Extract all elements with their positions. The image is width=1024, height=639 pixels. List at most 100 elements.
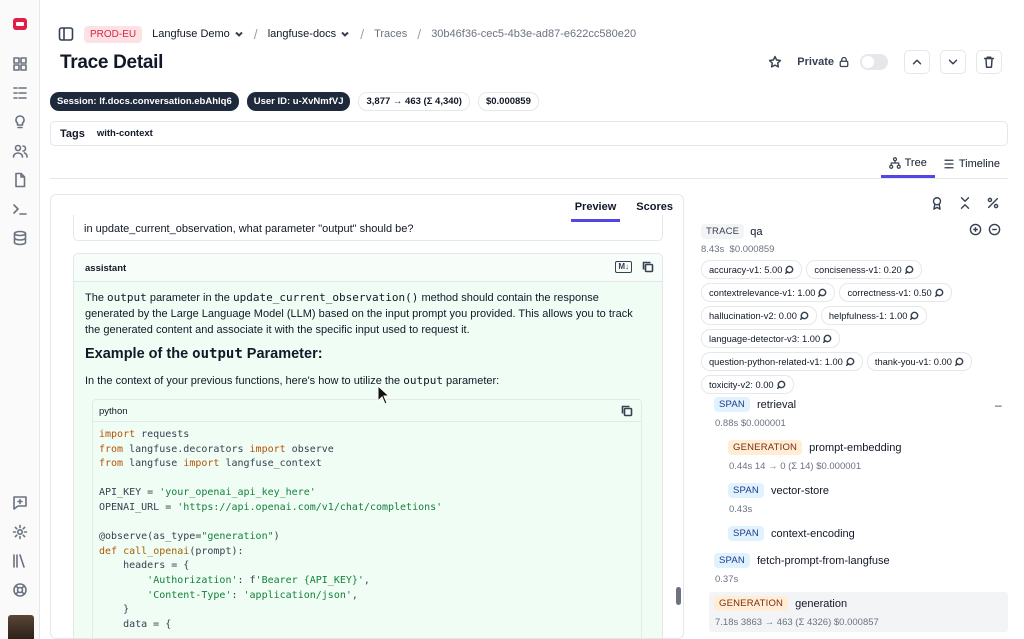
assistant-actions: M↓ — [615, 261, 654, 276]
score-badge[interactable]: thank-you-v1: 0.00 — [866, 352, 972, 371]
copy-code-icon[interactable] — [621, 405, 633, 417]
breadcrumb-traces-link[interactable]: Traces — [374, 28, 407, 40]
score-badge[interactable]: question-python-related-v1: 1.00 — [701, 352, 863, 371]
node-meta: 0.88s $0.000001 — [715, 418, 786, 429]
code-content: import requests from langfuse.decorators … — [99, 428, 442, 632]
collapse-retrieval-button[interactable]: – — [995, 398, 1002, 412]
node-name: prompt-embedding — [809, 441, 902, 454]
mouse-cursor-icon — [377, 385, 391, 405]
comment-icon — [823, 334, 832, 343]
chevron-down-icon — [340, 29, 350, 39]
docs-library-icon[interactable] — [12, 553, 28, 569]
comment-icon — [799, 311, 809, 320]
text-fragment: The — [85, 292, 108, 304]
playground-icon[interactable] — [12, 201, 28, 217]
code-line: 'Authorization': f'Bearer {API_KEY}', — [147, 574, 370, 586]
sidebar-toggle-icon[interactable] — [58, 26, 74, 42]
support-icon[interactable] — [12, 582, 28, 598]
node-meta: 0.43s — [729, 504, 753, 515]
comment-icon — [934, 288, 944, 297]
trace-node-controls — [969, 223, 1001, 239]
cost: $0.000859 — [729, 244, 775, 255]
tree-node-span[interactable]: SPAN context-encoding — [728, 526, 855, 541]
private-text: Private — [797, 56, 834, 68]
score-badge[interactable]: hallucination-v2: 0.00 — [701, 306, 817, 325]
assistant-message-header: assistant M↓ — [74, 254, 662, 282]
copy-icon[interactable] — [642, 261, 654, 276]
previous-trace-button[interactable] — [904, 50, 930, 74]
collapse-all-icon[interactable] — [958, 196, 972, 213]
score-badge[interactable]: correctness-v1: 0.50 — [839, 283, 952, 302]
prompts-icon[interactable] — [12, 172, 28, 188]
comment-icon — [818, 288, 827, 297]
expand-icon[interactable] — [969, 223, 982, 239]
feedback-icon[interactable] — [12, 495, 28, 511]
session-pill[interactable]: Session: lf.docs.conversation.ebAhlq6 — [50, 92, 239, 111]
breadcrumb-separator: / — [253, 26, 258, 42]
code-line: from langfuse import langfuse_context — [99, 458, 322, 470]
tree-icon — [888, 157, 901, 169]
inline-code: output — [107, 291, 147, 304]
preview-scrollbar[interactable] — [676, 587, 681, 605]
langfuse-logo[interactable] — [13, 18, 27, 30]
tags-bar[interactable]: Tags with-context — [50, 121, 1008, 146]
tab-preview[interactable]: Preview — [570, 199, 621, 222]
markdown-toggle-icon[interactable]: M↓ — [615, 261, 632, 273]
percent-icon[interactable] — [986, 196, 1000, 213]
node-name: retrieval — [756, 398, 797, 411]
datasets-icon[interactable] — [12, 230, 28, 246]
inline-code: output — [192, 346, 243, 362]
score-badge[interactable]: accuracy-v1: 5.00 — [701, 260, 803, 279]
tree-node-span[interactable]: SPAN fetch-prompt-from-langfuse — [714, 553, 890, 568]
node-name: qa — [750, 225, 763, 238]
award-icon[interactable] — [930, 196, 944, 213]
score-badge[interactable]: conciseness-v1: 0.20 — [806, 260, 922, 279]
tab-timeline[interactable]: Timeline — [935, 154, 1008, 178]
comment-icon — [954, 357, 964, 366]
node-name: context-encoding — [770, 527, 855, 540]
sidebar-rail — [0, 0, 40, 639]
lightbulb-icon[interactable] — [12, 114, 28, 130]
traces-icon[interactable] — [12, 85, 28, 101]
tree-node-generation[interactable]: GENERATION generation — [714, 596, 847, 611]
delete-button[interactable] — [976, 50, 1002, 74]
text-fragment: parameter in the — [146, 292, 233, 304]
score-badge[interactable]: toxicity-v2: 0.00 — [701, 375, 794, 394]
tree-node-span[interactable]: SPAN vector-store — [728, 483, 829, 498]
star-button[interactable] — [763, 50, 787, 74]
heading-fragment: Parameter: — [242, 346, 323, 362]
tag-with-context[interactable]: with-context — [97, 128, 153, 139]
score-badge[interactable]: contextrelevance-v1: 1.00 — [701, 283, 836, 302]
comment-icon — [776, 380, 785, 389]
dashboard-icon[interactable] — [12, 56, 28, 72]
view-tabs: Tree Timeline — [880, 154, 1008, 178]
settings-icon[interactable] — [12, 524, 28, 540]
tree-node-trace[interactable]: TRACE qa — [701, 224, 762, 239]
score-text: contextrelevance-v1: 1.00 — [709, 287, 816, 298]
score-text: thank-you-v1: 0.00 — [874, 356, 952, 367]
org-selector[interactable]: Langfuse Demo — [152, 28, 244, 40]
tab-tree[interactable]: Tree — [880, 154, 935, 178]
score-badge[interactable]: language-detector-v3: 1.00 — [701, 329, 841, 348]
code-language-label: python — [99, 406, 128, 417]
comment-icon — [785, 265, 794, 274]
tree-node-span[interactable]: SPAN retrieval — [714, 397, 796, 412]
user-avatar[interactable] — [8, 615, 34, 639]
next-trace-button[interactable] — [940, 50, 966, 74]
user-id-pill[interactable]: User ID: u-XvNmfVJ — [246, 92, 351, 111]
tree-node-generation[interactable]: GENERATION prompt-embedding — [728, 440, 901, 455]
tab-scores[interactable]: Scores — [632, 199, 677, 222]
breadcrumb-separator: / — [360, 26, 365, 42]
private-toggle[interactable] — [860, 54, 888, 70]
tab-timeline-label: Timeline — [958, 157, 1000, 170]
assistant-message: assistant M↓ The output parameter in the… — [73, 253, 663, 638]
score-badge[interactable]: helpfulness-1: 1.00 — [820, 306, 928, 325]
score-text: accuracy-v1: 5.00 — [709, 264, 783, 275]
assistant-heading: Example of the output Parameter: — [85, 346, 323, 362]
project-selector[interactable]: langfuse-docs — [268, 28, 351, 40]
collapse-icon[interactable] — [988, 223, 1001, 239]
users-icon[interactable] — [12, 143, 28, 159]
node-name: generation — [795, 597, 848, 610]
score-text: toxicity-v2: 0.00 — [709, 379, 774, 390]
